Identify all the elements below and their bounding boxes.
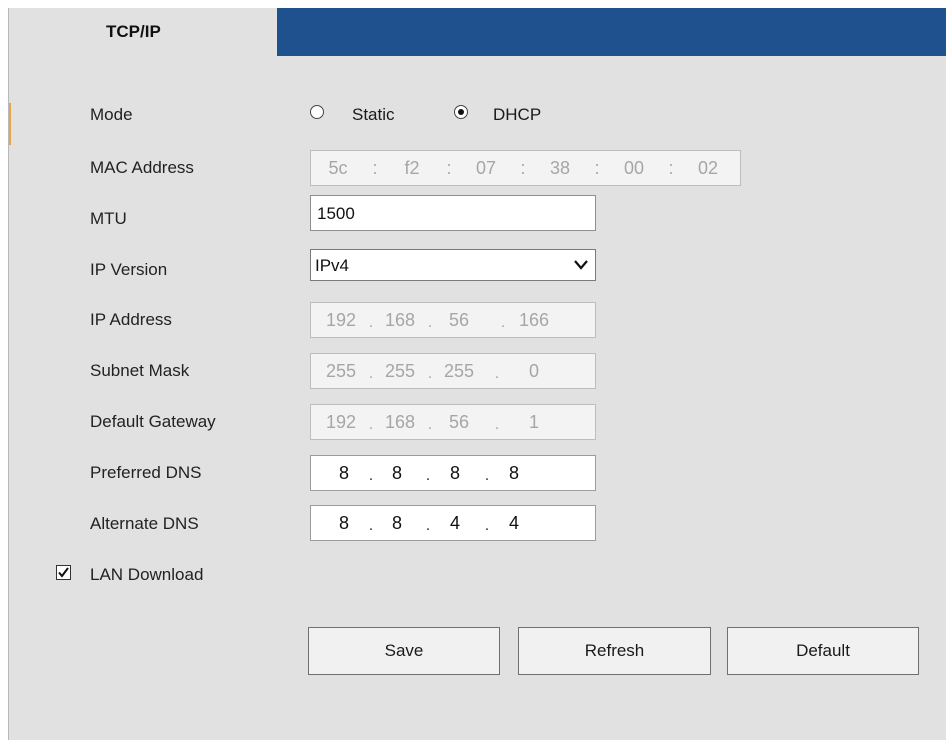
subnet-octet: 255 — [443, 361, 475, 381]
mac-separator: : — [520, 158, 526, 178]
dns-octet[interactable]: 8 — [322, 456, 366, 490]
ip-octet: 166 — [518, 310, 550, 330]
ip-address-field: 192 . 168 . 56 . 166 — [310, 302, 596, 338]
ip-separator: . — [500, 314, 506, 331]
subnet-mask-label: Subnet Mask — [90, 361, 190, 380]
alternate-dns-field[interactable]: 8 . 8 . 4 . 4 — [310, 505, 596, 541]
ip-separator: . — [427, 416, 433, 433]
mac-separator: : — [594, 158, 600, 178]
tab-tcpip[interactable]: TCP/IP — [9, 8, 277, 56]
ip-separator: . — [368, 365, 374, 382]
mac-separator: : — [446, 158, 452, 178]
alternate-dns-label: Alternate DNS — [90, 514, 199, 533]
settings-panel: TCP/IP Mode Static DHCP MAC Address 5c :… — [8, 8, 946, 740]
mac-address-field: 5c : f2 : 07 : 38 : 00 : 02 — [310, 150, 741, 186]
mac-segment: 02 — [697, 158, 719, 178]
ip-version-select[interactable]: IPv4 — [310, 249, 596, 281]
default-gateway-label: Default Gateway — [90, 412, 216, 431]
subnet-mask-field: 255 . 255 . 255 . 0 — [310, 353, 596, 389]
ip-octet: 168 — [384, 310, 416, 330]
ip-separator: . — [494, 416, 500, 433]
ip-octet: 192 — [325, 310, 357, 330]
mtu-value: 1500 — [317, 204, 355, 223]
subnet-octet: 255 — [384, 361, 416, 381]
gateway-octet: 56 — [448, 412, 470, 432]
ip-separator: . — [484, 467, 490, 484]
mac-segment: f2 — [404, 158, 420, 178]
left-accent-bar — [9, 103, 11, 145]
tab-label: TCP/IP — [106, 22, 161, 41]
preferred-dns-field[interactable]: 8 . 8 . 8 . 8 — [310, 455, 596, 491]
dns-octet[interactable]: 8 — [492, 456, 536, 490]
static-radio[interactable] — [310, 105, 324, 119]
dns-octet[interactable]: 4 — [433, 506, 477, 540]
mac-address-label: MAC Address — [90, 158, 194, 177]
default-button[interactable]: Default — [727, 627, 919, 675]
preferred-dns-label: Preferred DNS — [90, 463, 202, 482]
gateway-octet: 1 — [528, 412, 539, 432]
dns-octet[interactable]: 8 — [433, 456, 477, 490]
mac-separator: : — [372, 158, 378, 178]
mac-segment: 5c — [328, 158, 348, 178]
ip-separator: . — [368, 314, 374, 331]
mac-segment: 00 — [623, 158, 645, 178]
ip-separator: . — [484, 517, 490, 534]
lan-download-checkbox[interactable] — [56, 565, 71, 580]
ip-version-value: IPv4 — [315, 256, 350, 275]
tab-bar: TCP/IP — [9, 8, 946, 56]
ip-separator: . — [425, 467, 431, 484]
ip-separator: . — [425, 517, 431, 534]
refresh-button[interactable]: Refresh — [518, 627, 711, 675]
gateway-octet: 192 — [325, 412, 357, 432]
gateway-octet: 168 — [384, 412, 416, 432]
default-gateway-field: 192 . 168 . 56 . 1 — [310, 404, 596, 440]
ip-version-label: IP Version — [90, 260, 168, 279]
mac-separator: : — [668, 158, 674, 178]
dns-octet[interactable]: 4 — [492, 506, 536, 540]
ip-separator: . — [427, 365, 433, 382]
ip-separator: . — [368, 416, 374, 433]
mac-segment: 38 — [549, 158, 571, 178]
mac-segment: 07 — [475, 158, 497, 178]
lan-download-label[interactable]: LAN Download — [90, 565, 203, 585]
mtu-label: MTU — [90, 209, 127, 228]
dhcp-option-label[interactable]: DHCP — [493, 105, 541, 125]
mtu-input[interactable]: 1500 — [310, 195, 596, 231]
mode-label: Mode — [90, 105, 133, 124]
static-option-label[interactable]: Static — [352, 105, 395, 125]
ip-separator: . — [494, 365, 500, 382]
ip-address-label: IP Address — [90, 310, 172, 329]
subnet-octet: 0 — [528, 361, 539, 381]
dns-octet[interactable]: 8 — [375, 456, 419, 490]
chevron-down-icon — [574, 260, 588, 270]
radio-selected-dot — [458, 109, 464, 115]
dhcp-radio[interactable] — [454, 105, 468, 119]
ip-separator: . — [427, 314, 433, 331]
subnet-octet: 255 — [325, 361, 357, 381]
dns-octet[interactable]: 8 — [322, 506, 366, 540]
save-button[interactable]: Save — [308, 627, 500, 675]
ip-octet: 56 — [448, 310, 470, 330]
check-icon — [58, 567, 69, 578]
dns-octet[interactable]: 8 — [375, 506, 419, 540]
